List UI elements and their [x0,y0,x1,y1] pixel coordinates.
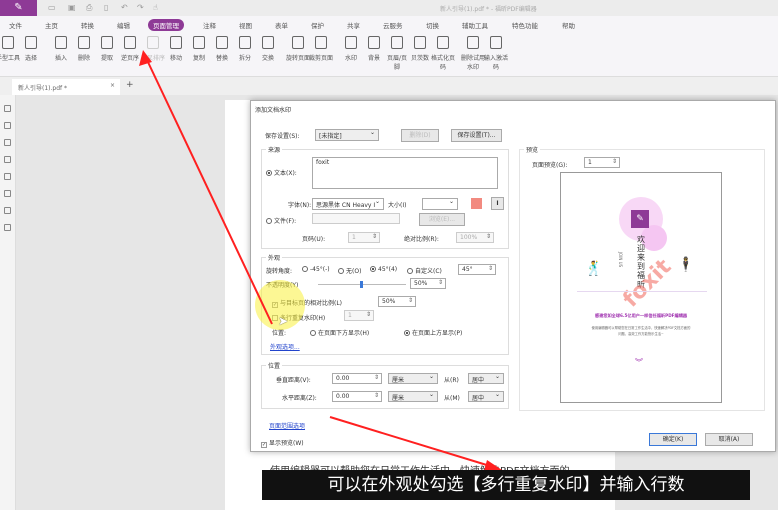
red-arrow-2 [329,416,491,467]
red-arrow-1 [146,59,273,325]
red-arrowhead-1 [139,50,152,66]
annotation-arrows [139,50,502,471]
video-caption: 可以在外观处勾选【多行重复水印】并输入行数 [262,470,750,500]
